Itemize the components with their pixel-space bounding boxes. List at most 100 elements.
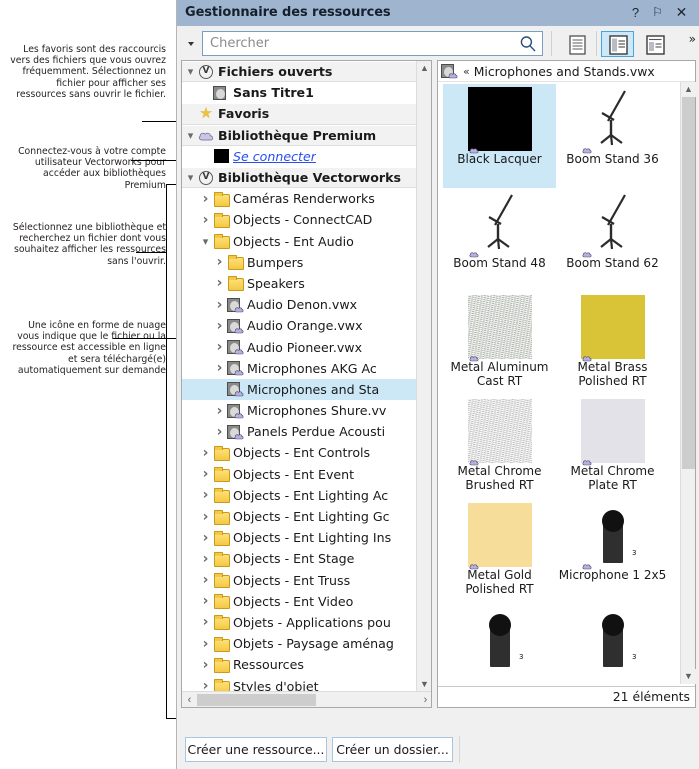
chevron-right-icon[interactable] [199,466,212,482]
tree-item[interactable]: Microphones Shure.vv [182,400,417,421]
tree-item[interactable]: Objects - Ent Truss [182,570,417,591]
tree-item[interactable]: Microphones AKG Ac [182,358,417,379]
tree-item[interactable]: Objets - Applications pou [182,612,417,633]
tree-item[interactable]: Speakers [182,273,417,294]
tree-item[interactable]: Objects - Ent Stage [182,548,417,569]
tree-item[interactable]: Caméras Renderworks [182,188,417,209]
chevron-down-icon[interactable] [184,65,197,78]
tree-item-label: Bibliothèque Vectorworks [218,170,401,186]
tree-item[interactable]: Audio Pioneer.vwx [182,336,417,357]
chevron-right-icon[interactable] [199,657,212,673]
chevron-right-icon[interactable] [199,509,212,525]
detail-view-button[interactable] [638,31,671,57]
chevron-right-icon[interactable] [199,445,212,461]
tree-item[interactable]: Audio Denon.vwx [182,294,417,315]
chevron-right-icon[interactable] [213,360,226,376]
breadcrumb-back-button[interactable]: « [458,65,470,78]
tree-item[interactable]: V Bibliothèque Vectorworks [182,166,417,189]
resource-item[interactable]: Black Lacquer [443,84,556,188]
tree-item[interactable]: Se connecter [182,146,417,167]
search-icon[interactable] [519,35,537,53]
chevron-right-icon[interactable] [199,551,212,567]
resource-item[interactable]: Metal Gold Polished RT [443,500,556,604]
chevron-right-icon[interactable] [213,297,226,313]
tree-item[interactable]: Bumpers [182,252,417,273]
resource-item[interactable]: 3 [443,604,556,684]
resource-item[interactable]: Boom Stand 36 [556,84,669,188]
chevron-right-icon[interactable] [213,275,226,291]
resource-item[interactable]: 3 Microphone 1 2x5 [556,500,669,604]
close-icon[interactable]: ✕ [673,4,690,21]
list-view-button[interactable] [560,31,593,57]
vscroll-thumb[interactable] [682,97,695,469]
resource-items-grid[interactable]: Black Lacquer Boom Stand 36 Boom Stand 48 B… [438,82,679,684]
toolbar-overflow-button[interactable]: » [689,32,696,46]
chevron-down-icon[interactable] [184,171,197,184]
search-field[interactable]: Chercher [202,31,543,56]
tree-item[interactable]: Objects - Ent Lighting Gc [182,506,417,527]
resource-item[interactable]: Boom Stand 48 [443,188,556,292]
chevron-right-icon[interactable] [213,339,226,355]
scroll-right-icon[interactable]: › [418,692,431,707]
tree-item[interactable]: ★ Favoris [182,103,417,125]
resource-item[interactable]: Metal Aluminum Cast RT [443,292,556,396]
chevron-right-icon[interactable] [199,212,212,228]
tree-item[interactable]: Styles d'objet [182,675,417,692]
library-tree-list[interactable]: V Fichiers ouverts Sans Titre1 ★ Favoris Bibl… [182,61,417,692]
chevron-right-icon[interactable] [213,254,226,270]
tree-item[interactable]: Objects - Ent Video [182,591,417,612]
scroll-down-icon[interactable]: ▼ [681,669,696,684]
tree-item[interactable]: Objects - Ent Event [182,464,417,485]
resource-item[interactable]: Metal Brass Polished RT [556,292,669,396]
help-icon[interactable]: ? [627,4,644,21]
search-options-dropdown[interactable] [184,33,200,54]
chevron-right-icon[interactable] [213,318,226,334]
tree-vertical-scrollbar[interactable]: ▲ ▼ [416,61,431,692]
tree-item[interactable]: Objects - Ent Audio [182,231,417,252]
resource-item[interactable]: 3 [556,604,669,684]
thumbnail-view-button[interactable] [601,31,634,57]
tree-item[interactable]: Microphones and Sta [182,378,417,400]
tree-item-label: Favoris [218,106,270,122]
scroll-up-icon[interactable]: ▲ [681,82,696,97]
tree-item[interactable]: Objects - Ent Controls [182,442,417,463]
search-input[interactable]: Chercher [210,36,269,51]
scroll-up-icon[interactable]: ▲ [417,61,431,76]
chevron-right-icon[interactable] [199,593,212,609]
tree-item[interactable]: Objects - Ent Lighting Ac [182,485,417,506]
tree-item[interactable]: Sans Titre1 [182,82,417,103]
chevron-right-icon[interactable] [199,487,212,503]
tree-item[interactable]: Objects - Ent Lighting Ins [182,527,417,548]
tree-item[interactable]: Panels Perdue Acousti [182,421,417,442]
chevron-right-icon[interactable] [199,191,212,207]
chevron-right-icon[interactable] [199,530,212,546]
create-folder-button[interactable]: Créer un dossier... [332,737,453,762]
tree-item-label[interactable]: Se connecter [230,149,316,164]
tree-item[interactable]: Audio Orange.vwx [182,315,417,336]
hscroll-thumb[interactable] [197,694,316,706]
tree-item-label: Bibliothèque Premium [218,127,377,143]
chevron-right-icon[interactable] [213,403,226,419]
chevron-down-icon[interactable] [199,235,212,248]
resource-item[interactable]: Metal Chrome Brushed RT [443,396,556,500]
chevron-right-icon[interactable] [199,678,212,692]
resource-item[interactable]: Metal Chrome Plate RT [556,396,669,500]
chevron-right-icon[interactable] [199,572,212,588]
tree-item[interactable]: Objects - ConnectCAD [182,209,417,230]
chevron-right-icon[interactable] [213,424,226,440]
tree-horizontal-scrollbar[interactable]: ‹ › [182,691,431,707]
resource-item[interactable]: Boom Stand 62 [556,188,669,292]
pin-icon[interactable]: ⚐ [649,4,666,21]
tree-item[interactable]: Ressources [182,654,417,675]
chevron-down-icon[interactable] [184,129,197,142]
scroll-down-icon[interactable]: ▼ [417,677,431,692]
tree-item[interactable]: V Fichiers ouverts [182,61,417,83]
create-resource-button[interactable]: Créer une ressource... [185,737,327,762]
chevron-right-icon[interactable] [199,614,212,630]
resource-thumbnail-wrap [581,191,645,258]
tree-item[interactable]: Bibliothèque Premium [182,124,417,146]
tree-item[interactable]: Objets - Paysage aménag [182,633,417,654]
chevron-right-icon[interactable] [199,636,212,652]
resource-vertical-scrollbar[interactable]: ▲ ▼ [680,82,696,684]
scroll-left-icon[interactable]: ‹ [182,692,197,707]
